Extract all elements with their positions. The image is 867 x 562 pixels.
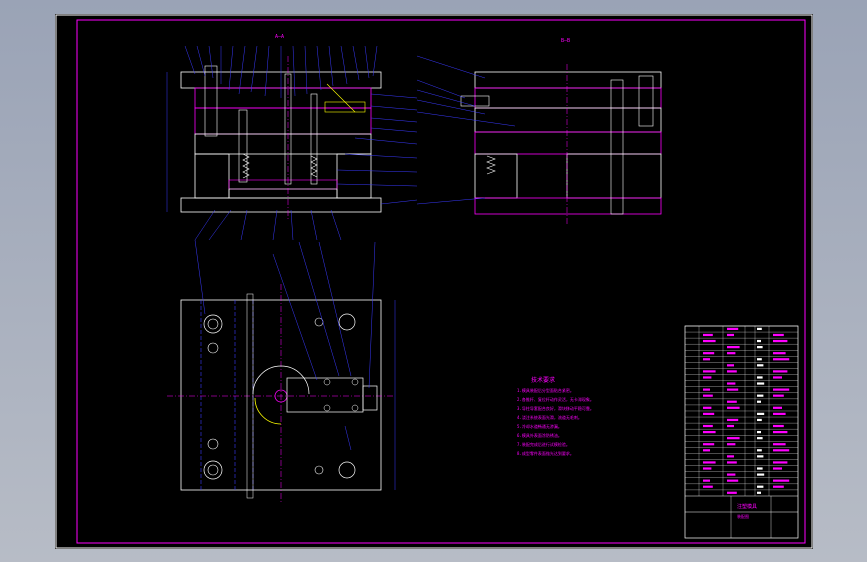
bom-cell-mark: [757, 327, 762, 330]
title-block-name: 注塑模具: [737, 503, 757, 510]
bom-cell-mark: [703, 479, 710, 482]
bom-cell-mark: [757, 491, 761, 494]
note-line: 3.导柱导套配合良好，滑块移动平稳可靠。: [517, 405, 594, 411]
bom-cell-mark: [727, 388, 739, 391]
bom-cell-mark: [773, 352, 786, 355]
bom-cell-mark: [703, 449, 710, 452]
bom-cell-mark: [757, 358, 762, 361]
bom-cell-mark: [727, 418, 739, 422]
bom-cell-mark: [757, 437, 763, 440]
bom-cell-mark: [773, 479, 790, 482]
bom-cell-mark: [727, 443, 736, 446]
title-block: 注塑模具 装配图: [684, 325, 799, 539]
bom-cell-mark: [757, 412, 765, 415]
bom-cell-mark: [727, 424, 734, 428]
bom-cell-mark: [757, 346, 763, 349]
bom-cell-mark: [757, 418, 762, 422]
cad-viewport[interactable]: A—A B—B 技术要求 1.模具装配后分型面贴合紧密。 2.各推杆、复位杆动作…: [0, 0, 867, 562]
bom-cell-mark: [773, 443, 786, 446]
bom-cell-mark: [703, 376, 712, 379]
bom-cell-mark: [703, 412, 715, 415]
bom-cell-mark: [703, 388, 710, 391]
bom-cell-mark: [773, 449, 790, 452]
bom-cell-mark: [703, 339, 716, 343]
bom-cell-mark: [703, 485, 713, 488]
bom-cell-mark: [703, 394, 713, 397]
note-line: 6.模具外表面涂防锈油。: [517, 432, 562, 438]
bom-cell-mark: [773, 412, 786, 415]
bom-cell-mark: [757, 430, 761, 434]
drawing-sheet: A—A B—B 技术要求 1.模具装配后分型面贴合紧密。 2.各推杆、复位杆动作…: [55, 14, 813, 549]
inner-border: [76, 19, 806, 544]
bom-cell-mark: [727, 461, 737, 464]
bom-cell-mark: [703, 424, 713, 428]
bom-cell-mark: [757, 382, 765, 385]
section-a-view: A—A: [166, 34, 418, 241]
bom-cell-mark: [727, 491, 737, 494]
bom-cell-mark: [773, 485, 784, 488]
note-line: 1.模具装配后分型面贴合紧密。: [517, 387, 574, 393]
note-line: 2.各推杆、复位杆动作灵活，无卡滞现象。: [517, 396, 594, 402]
outer-border: [55, 14, 813, 549]
bom-cell-mark: [773, 339, 788, 343]
bom-cell-mark: [773, 394, 784, 397]
bom-cell-mark: [757, 449, 762, 452]
bom-cell-mark: [703, 370, 716, 373]
bom-cell-mark: [757, 467, 763, 470]
bom-cell-mark: [703, 443, 715, 446]
technical-notes: 技术要求 1.模具装配后分型面贴合紧密。 2.各推杆、复位杆动作灵活，无卡滞现象…: [517, 376, 594, 456]
bom-cell-mark: [757, 394, 764, 397]
bom-cell-mark: [773, 406, 782, 409]
bom-cell-mark: [727, 370, 737, 373]
note-line: 4.浇注系统表面光滑，流道无毛刺。: [517, 414, 582, 420]
bom-cell-mark: [727, 479, 739, 482]
bom-cell-mark: [727, 352, 736, 355]
bom-cell-mark: [773, 333, 784, 337]
bom-cell-mark: [773, 370, 788, 373]
bom-cell-mark: [773, 358, 790, 361]
bom-cell-mark: [773, 461, 788, 464]
bom-cell-mark: [757, 339, 761, 343]
bom-cell-mark: [773, 424, 784, 428]
bom-cell-mark: [703, 333, 713, 337]
bom-cell-mark: [727, 473, 736, 476]
bom-cell-mark: [703, 467, 712, 470]
bom-cell-mark: [773, 430, 788, 434]
bom-cell-mark: [703, 406, 712, 409]
section-b-view: B—B: [416, 38, 662, 224]
bom-cell-mark: [703, 352, 715, 355]
bom-cell-mark: [727, 346, 740, 349]
bom-cell-mark: [773, 467, 782, 470]
bom-cell-mark: [727, 455, 734, 458]
note-line: 7.装配完成后进行试模检验。: [517, 441, 570, 447]
note-line: 5.冷却水道畅通无渗漏。: [517, 423, 562, 429]
bom-cell-mark: [727, 382, 736, 385]
bom-cell-mark: [703, 430, 716, 434]
notes-title: 技术要求: [531, 376, 555, 384]
bom-cell-mark: [757, 364, 764, 367]
bom-cell-mark: [727, 400, 737, 403]
assembly-drawing: A—A B—B 技术要求 1.模具装配后分型面贴合紧密。 2.各推杆、复位杆动作…: [55, 14, 813, 549]
bom-cell-mark: [727, 406, 740, 409]
bom-cell-mark: [727, 333, 734, 337]
bom-cell-mark: [757, 400, 761, 403]
bom-cell-mark: [703, 461, 716, 464]
bom-cell-mark: [727, 437, 740, 440]
bom-cell-mark: [703, 358, 710, 361]
bom-cell-mark: [727, 327, 739, 330]
bom-cell-mark: [757, 485, 764, 488]
bom-cell-mark: [757, 473, 765, 476]
note-line: 8.成型零件表面抛光达到要求。: [517, 450, 574, 456]
bom-cell-mark: [757, 455, 764, 458]
plan-view: [167, 239, 396, 504]
section-a-title: A—A: [275, 34, 284, 40]
bom-cell-mark: [757, 376, 763, 379]
section-b-title: B—B: [561, 38, 570, 44]
bom-cell-mark: [773, 376, 782, 379]
bom-cell-mark: [727, 364, 734, 367]
bom-cell-mark: [773, 388, 790, 391]
title-block-sub: 装配图: [737, 513, 749, 519]
